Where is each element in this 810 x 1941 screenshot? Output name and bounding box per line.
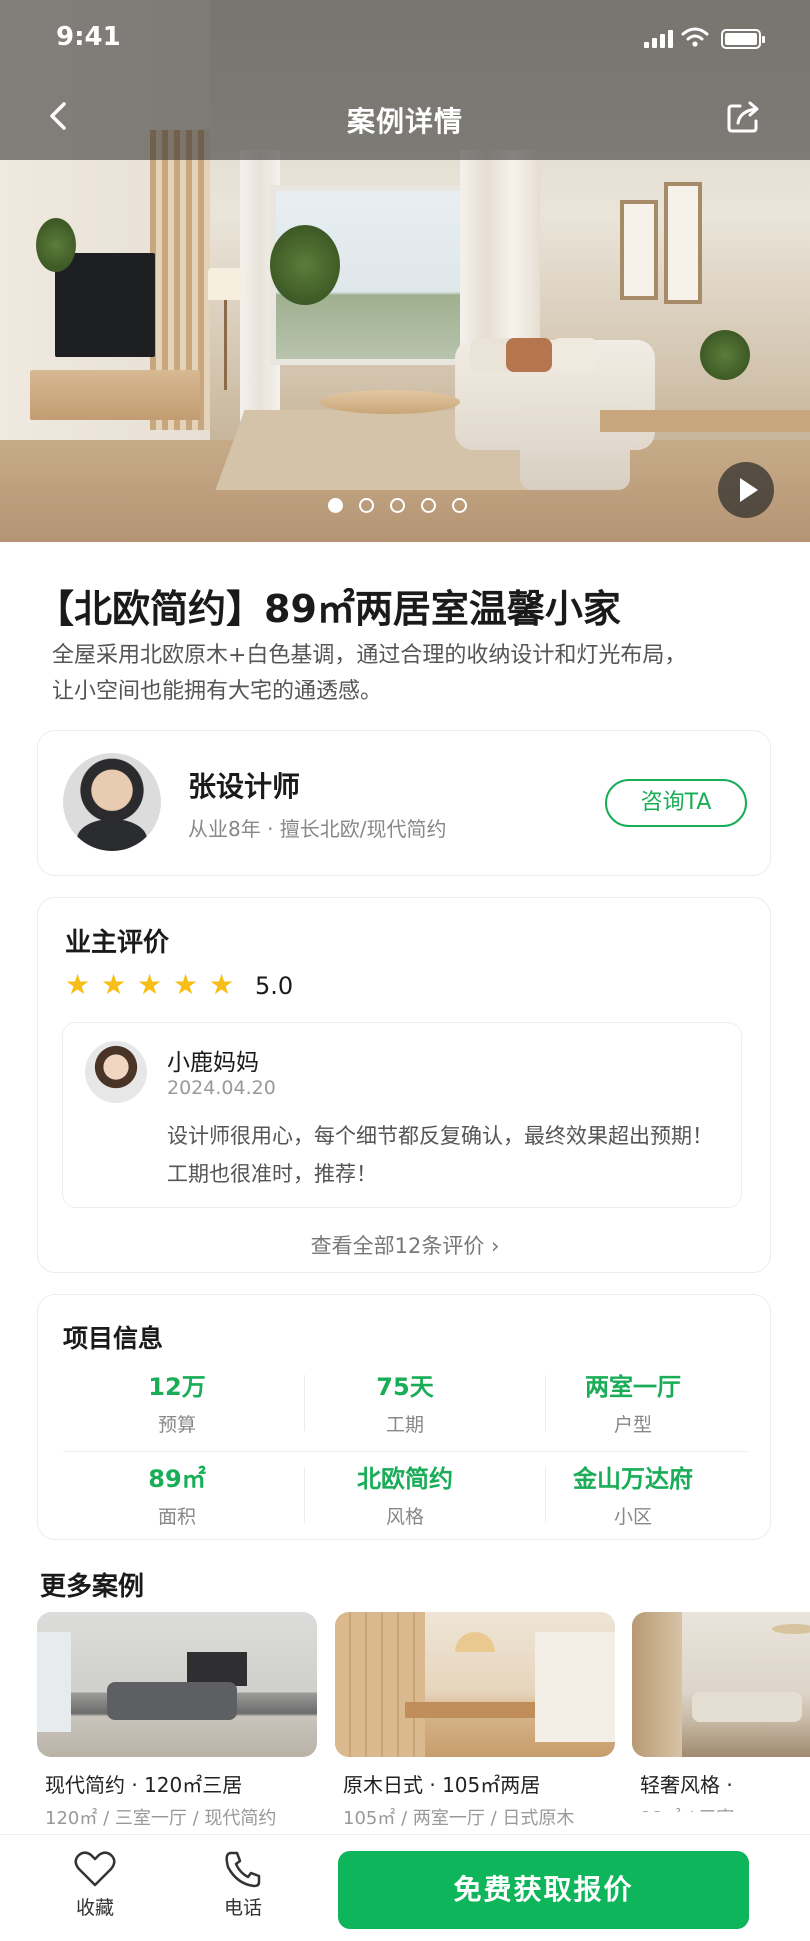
heart-icon <box>74 1851 116 1887</box>
info-label: 工期 <box>385 1414 424 1436</box>
play-video-button[interactable] <box>718 462 774 518</box>
reviewer-avatar <box>85 1041 147 1103</box>
photo-coffee-table <box>320 390 460 414</box>
more-case-subtitle: 105㎡ / 两室一厅 / 日式原木 <box>343 1808 575 1829</box>
more-case-subtitle: 120㎡ / 三室一厅 / 现代简约 <box>45 1808 277 1829</box>
more-case-title: 轻奢风格 · <box>640 1773 733 1797</box>
photo-plant <box>36 218 76 272</box>
more-case-thumbnail[interactable] <box>632 1612 810 1757</box>
info-label: 小区 <box>613 1506 652 1528</box>
nav-bar: 案例详情 <box>0 76 810 160</box>
favorite-button[interactable]: 收藏 <box>45 1849 145 1920</box>
star-icon: ★ <box>101 968 127 1001</box>
get-quote-button[interactable]: 免费获取报价 <box>338 1851 749 1929</box>
more-case-title: 原木日式 · 105㎡两居 <box>343 1773 541 1797</box>
info-value: 12万 <box>148 1373 206 1401</box>
photo-pillow <box>506 338 552 372</box>
carousel-dot[interactable] <box>359 498 374 513</box>
review-text: 设计师很用心，每个细节都反复确认，最终效果超出预期！工期也很准时，推荐！ <box>167 1124 713 1186</box>
carousel-dot[interactable] <box>328 498 343 513</box>
signal-icon <box>644 30 674 48</box>
photo-pillow <box>552 338 598 372</box>
photo-plant <box>270 225 340 305</box>
more-case-card[interactable]: 原木日式 · 105㎡两居 105㎡ / 两室一厅 / 日式原木 <box>335 1612 615 1829</box>
battery-icon <box>721 29 765 49</box>
more-case-card[interactable]: 现代简约 · 120㎡三居 120㎡ / 三室一厅 / 现代简约 <box>37 1612 317 1829</box>
phone-label: 电话 <box>223 1897 262 1919</box>
info-layout: 两室一厅 户型 <box>519 1363 747 1443</box>
photo-floor-lamp <box>208 268 242 300</box>
info-label: 户型 <box>613 1414 652 1436</box>
more-case-title: 现代简约 · 120㎡三居 <box>45 1773 243 1797</box>
designer-avatar[interactable] <box>63 753 161 851</box>
info-value: 金山万达府 <box>573 1465 693 1493</box>
divider <box>63 1451 747 1452</box>
divider <box>304 1375 305 1431</box>
info-style: 北欧简约 风格 <box>291 1455 519 1535</box>
carousel-dot[interactable] <box>390 498 405 513</box>
reviewer-name: 小鹿妈妈 <box>167 1050 259 1076</box>
phone-button[interactable]: 电话 <box>193 1849 293 1920</box>
case-description: 全屋采用北欧原木+白色基调，通过合理的收纳设计和灯光布局，让小空间也能拥有大宅的… <box>52 643 687 704</box>
favorite-label: 收藏 <box>75 1897 114 1919</box>
info-label: 风格 <box>385 1506 424 1528</box>
project-info-heading: 项目信息 <box>63 1324 164 1353</box>
reviews-heading: 业主评价 <box>65 928 170 958</box>
more-case-subtitle: 98㎡ / 三室 <box>632 1804 810 1812</box>
share-icon[interactable] <box>722 94 766 138</box>
designer-card[interactable]: 张设计师 从业8年 · 擅长北欧/现代简约 咨询TA <box>37 730 771 876</box>
star-icon: ★ <box>137 968 163 1001</box>
star-icon: ★ <box>65 968 91 1001</box>
info-area: 89㎡ 面积 <box>63 1455 291 1535</box>
info-value: 两室一厅 <box>585 1373 681 1401</box>
info-value: 75天 <box>376 1373 434 1401</box>
photo-wall-frame <box>664 182 702 304</box>
info-value: 89㎡ <box>148 1465 206 1493</box>
phone-icon <box>225 1851 261 1888</box>
case-title: 【北欧简约】89㎡两居室温馨小家 <box>36 587 621 631</box>
photo-lamp-pole <box>224 300 227 390</box>
status-time: 9:41 <box>56 22 121 52</box>
carousel-indicator <box>328 498 467 513</box>
more-case-card[interactable]: 轻奢风格 · 98㎡ / 三室 <box>632 1612 810 1812</box>
carousel-dot[interactable] <box>421 498 436 513</box>
consult-button[interactable]: 咨询TA <box>605 779 747 827</box>
more-cases-heading: 更多案例 <box>40 1572 145 1602</box>
wifi-icon <box>681 27 709 47</box>
more-case-thumbnail[interactable] <box>335 1612 615 1757</box>
view-all-reviews-link[interactable]: 查看全部12条评价 › <box>38 1230 772 1260</box>
bottom-action-bar: 收藏 电话 免费获取报价 <box>0 1834 810 1941</box>
photo-plant <box>700 330 750 380</box>
rating-score: 5.0 <box>255 972 294 1000</box>
info-duration: 75天 工期 <box>291 1363 519 1443</box>
photo-dining-table <box>600 410 810 432</box>
info-community: 金山万达府 小区 <box>519 1455 747 1535</box>
page-title: 案例详情 <box>346 105 463 138</box>
reviews-card: 业主评价 ★ ★ ★ ★ ★ 5.0 小鹿妈妈 2024.04.20 设计师很用… <box>37 897 771 1273</box>
divider <box>545 1375 546 1431</box>
photo-wall-frame <box>620 200 658 300</box>
rating-stars: ★ ★ ★ ★ ★ <box>65 968 235 1001</box>
info-label: 预算 <box>157 1414 196 1436</box>
status-bar: 9:41 <box>0 0 810 76</box>
photo-tv-cabinet <box>30 370 200 420</box>
designer-name: 张设计师 <box>188 770 301 803</box>
carousel-dot[interactable] <box>452 498 467 513</box>
review-date: 2024.04.20 <box>167 1077 276 1099</box>
photo-tv <box>55 253 155 357</box>
info-value: 北欧简约 <box>357 1465 453 1493</box>
divider <box>545 1467 546 1523</box>
project-info-card: 项目信息 12万 预算 75天 工期 两室一厅 户型 89㎡ 面积 北欧简约 风… <box>37 1294 771 1540</box>
divider <box>304 1467 305 1523</box>
review-item: 小鹿妈妈 2024.04.20 设计师很用心，每个细节都反复确认，最终效果超出预… <box>62 1022 742 1208</box>
photo-sofa-chaise <box>520 380 630 490</box>
info-label: 面积 <box>157 1506 196 1528</box>
info-budget: 12万 预算 <box>63 1363 291 1443</box>
more-case-thumbnail[interactable] <box>37 1612 317 1757</box>
project-info-grid: 12万 预算 75天 工期 两室一厅 户型 89㎡ 面积 北欧简约 风格 金山万… <box>63 1363 747 1533</box>
designer-meta: 从业8年 · 擅长北欧/现代简约 <box>188 817 447 841</box>
star-icon: ★ <box>209 968 235 1001</box>
star-icon: ★ <box>173 968 199 1001</box>
